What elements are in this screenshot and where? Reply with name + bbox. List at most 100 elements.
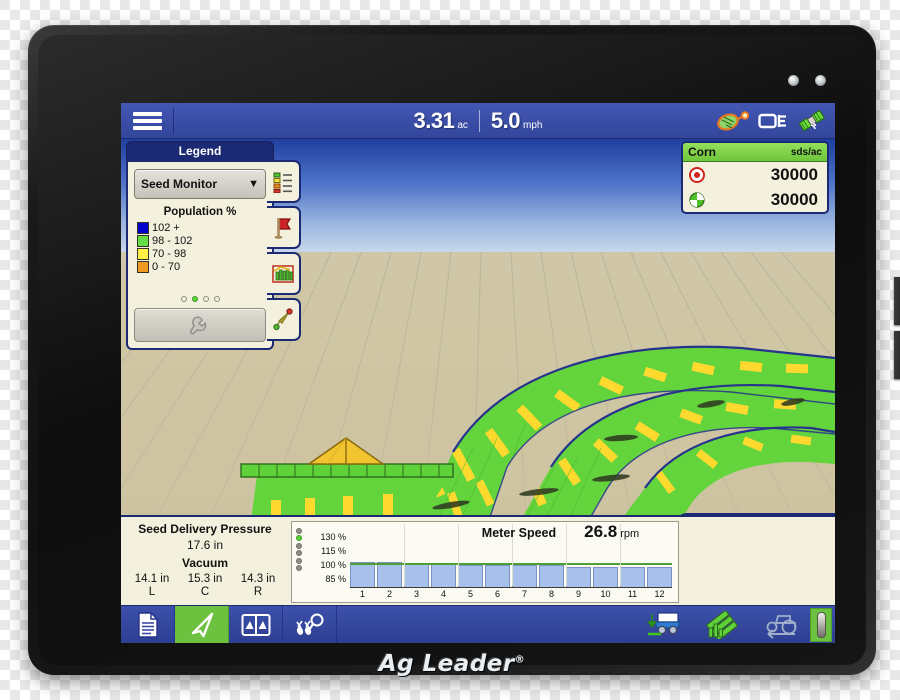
chart-x-tick: 5 bbox=[467, 589, 473, 599]
legend-swatch bbox=[137, 261, 149, 273]
chart-bar bbox=[458, 564, 483, 588]
seed-delivery-title: Seed Delivery Pressure bbox=[138, 522, 272, 536]
actual-rate-value: 30000 bbox=[770, 189, 818, 209]
chart-bar bbox=[620, 566, 645, 588]
marker-tab[interactable] bbox=[267, 298, 301, 341]
vacuum-right-value: 14.3 in bbox=[240, 573, 276, 585]
document-icon bbox=[137, 611, 158, 638]
seed-magnifier-icon bbox=[295, 613, 323, 635]
vacuum-center-label: C bbox=[200, 586, 210, 598]
chart-tab[interactable] bbox=[267, 252, 301, 295]
chart-bar bbox=[512, 564, 537, 588]
tractor-reverse-icon bbox=[766, 614, 797, 639]
chart-dot bbox=[296, 557, 302, 564]
area-value: 3.31 bbox=[413, 108, 455, 133]
legend-item: 98 - 102 bbox=[137, 235, 266, 247]
meter-speed-value: 26.8 bbox=[584, 522, 618, 541]
legend-swatch bbox=[137, 248, 149, 260]
page-dot[interactable] bbox=[213, 296, 220, 302]
legend-list-tab[interactable] bbox=[267, 160, 301, 203]
product-header: Corn sds/ac bbox=[683, 143, 827, 162]
legend-item: 70 - 98 bbox=[137, 248, 266, 260]
legend-list-icon bbox=[273, 172, 292, 193]
split-screen-icon bbox=[241, 613, 270, 636]
vacuum-left-label: L bbox=[148, 586, 156, 598]
vacuum-labels: L C R bbox=[130, 586, 280, 598]
battery-level-fill bbox=[816, 612, 826, 638]
map-view-button[interactable] bbox=[175, 606, 229, 643]
product-panel[interactable]: Corn sds/ac 30000 30000 bbox=[681, 141, 829, 214]
meter-speed-unit: rpm bbox=[620, 528, 640, 540]
page-dot-active[interactable] bbox=[191, 296, 198, 302]
green-layers-icon bbox=[706, 610, 739, 639]
navigation-arrow-icon bbox=[191, 612, 213, 637]
split-screen-button[interactable] bbox=[229, 606, 283, 643]
legend-source-value: Seed Monitor bbox=[141, 177, 218, 191]
legend-tab-title[interactable]: Legend bbox=[126, 141, 274, 160]
page-dot[interactable] bbox=[202, 296, 209, 302]
coverage-layers-button[interactable] bbox=[694, 606, 752, 643]
chart-bar bbox=[377, 562, 402, 588]
chart-x-tick: 12 bbox=[654, 589, 665, 599]
legend-page-dots[interactable] bbox=[128, 296, 272, 302]
gps-satellite-icon[interactable] bbox=[797, 110, 827, 132]
top-status-bar: 3.31 ac 5.0 mph bbox=[121, 103, 835, 139]
legend-label: 98 - 102 bbox=[152, 235, 193, 247]
seed-vacuum-icon[interactable] bbox=[717, 111, 749, 131]
compass-marker-icon bbox=[273, 307, 293, 330]
status-led-icon bbox=[815, 75, 826, 86]
legend-item: 0 - 70 bbox=[137, 261, 266, 273]
chart-x-tick: 8 bbox=[548, 589, 554, 599]
display-implement-icon[interactable] bbox=[758, 111, 788, 131]
legend-label: 0 - 70 bbox=[152, 261, 181, 273]
implement-bar bbox=[240, 463, 454, 478]
vacuum-center-value: 15.3 in bbox=[187, 573, 223, 585]
legend-body: Seed Monitor ▼ Population % 102 + 98 - 1… bbox=[126, 160, 274, 350]
legend-settings-button[interactable] bbox=[134, 308, 266, 342]
page-dot[interactable] bbox=[180, 296, 187, 302]
chart-header: Meter Speed 26.8 rpm bbox=[296, 522, 825, 541]
chart-x-tick: 9 bbox=[575, 589, 581, 599]
device-side-button-upper[interactable] bbox=[894, 277, 900, 325]
tractor-reverse-button[interactable] bbox=[752, 606, 810, 643]
chart-target-line bbox=[350, 563, 672, 565]
side-tab-strip bbox=[267, 160, 301, 344]
chart-x-tick: 10 bbox=[600, 589, 611, 599]
planter-lower-button[interactable] bbox=[636, 606, 694, 643]
actual-rate-icon bbox=[689, 191, 705, 208]
chevron-down-icon: ▼ bbox=[248, 178, 259, 190]
display-screen: 3.31 ac 5.0 mph Legend Seed Monitor ▼ Po… bbox=[121, 103, 835, 643]
actual-rate-row: 30000 bbox=[683, 187, 827, 212]
chart-bar bbox=[431, 563, 456, 588]
chart-x-tick: 11 bbox=[627, 589, 638, 599]
vacuum-left-value: 14.1 in bbox=[134, 573, 170, 585]
chart-y-tick: 115 % bbox=[321, 546, 346, 557]
target-rate-icon bbox=[689, 166, 705, 183]
wrench-icon bbox=[190, 316, 207, 335]
vacuum-right-label: R bbox=[253, 586, 263, 598]
legend-label: 102 + bbox=[152, 222, 180, 234]
chart-x-tick: 3 bbox=[413, 589, 419, 599]
brand-logo: Ag Leader® bbox=[28, 651, 876, 677]
seed-diagnostics-button[interactable] bbox=[283, 606, 337, 643]
device-side-button-lower[interactable] bbox=[894, 331, 900, 379]
chart-y-tick: 85 % bbox=[325, 573, 346, 584]
legend-panel: Legend Seed Monitor ▼ Population % 102 +… bbox=[126, 141, 274, 350]
chart-bar bbox=[566, 566, 591, 588]
area-readout: 3.31 ac bbox=[414, 108, 468, 134]
chart-bar bbox=[539, 564, 564, 588]
chart-bar bbox=[404, 563, 429, 588]
speed-unit: mph bbox=[523, 120, 543, 131]
chart-bar bbox=[350, 562, 375, 588]
legend-source-select[interactable]: Seed Monitor ▼ bbox=[134, 169, 266, 199]
chart-x-tick: 7 bbox=[521, 589, 527, 599]
chart-x-tick-labels: 1 2 3 4 5 6 7 8 9 10 11 12 bbox=[350, 589, 672, 602]
chart-y-tick: 100 % bbox=[320, 559, 346, 570]
battery-level-icon[interactable] bbox=[810, 608, 832, 642]
reports-button[interactable] bbox=[121, 606, 175, 643]
crop-name: Corn bbox=[688, 145, 716, 159]
bottom-data-band: Seed Delivery Pressure 17.6 in Vacuum 14… bbox=[121, 515, 835, 605]
flag-tab[interactable] bbox=[267, 206, 301, 249]
chart-bar bbox=[647, 566, 672, 588]
bar-chart-icon bbox=[272, 264, 294, 283]
